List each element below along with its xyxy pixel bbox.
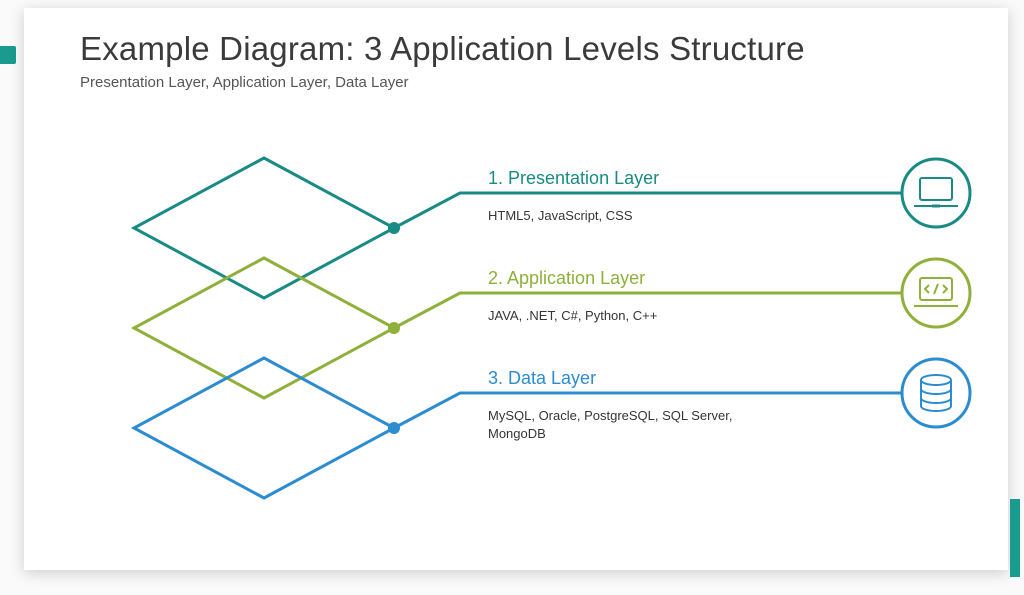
accent-right [1010, 499, 1020, 577]
layer-desc: MySQL, Oracle, PostgreSQL, SQL Server, M… [488, 407, 788, 442]
layer-desc: JAVA, .NET, C#, Python, C++ [488, 307, 657, 325]
database-icon [902, 359, 970, 427]
layer-title: 2. Application Layer [488, 268, 657, 289]
rhombus-presentation [134, 158, 394, 298]
code-laptop-icon [902, 259, 970, 327]
page-title: Example Diagram: 3 Application Levels St… [80, 30, 805, 68]
page-subtitle: Presentation Layer, Application Layer, D… [80, 74, 805, 91]
rhombus-data [134, 358, 394, 498]
laptop-icon [902, 159, 970, 227]
layer-title: 3. Data Layer [488, 368, 788, 389]
layer-block-presentation: 1. Presentation Layer HTML5, JavaScript,… [488, 168, 659, 225]
layer-block-application: 2. Application Layer JAVA, .NET, C#, Pyt… [488, 268, 657, 325]
accent-left [0, 46, 16, 64]
layer-title: 1. Presentation Layer [488, 168, 659, 189]
layer-desc: HTML5, JavaScript, CSS [488, 207, 659, 225]
layer-block-data: 3. Data Layer MySQL, Oracle, PostgreSQL,… [488, 368, 788, 442]
rhombus-application [134, 258, 394, 398]
slide-card: Example Diagram: 3 Application Levels St… [24, 8, 1008, 570]
header: Example Diagram: 3 Application Levels St… [80, 30, 805, 91]
